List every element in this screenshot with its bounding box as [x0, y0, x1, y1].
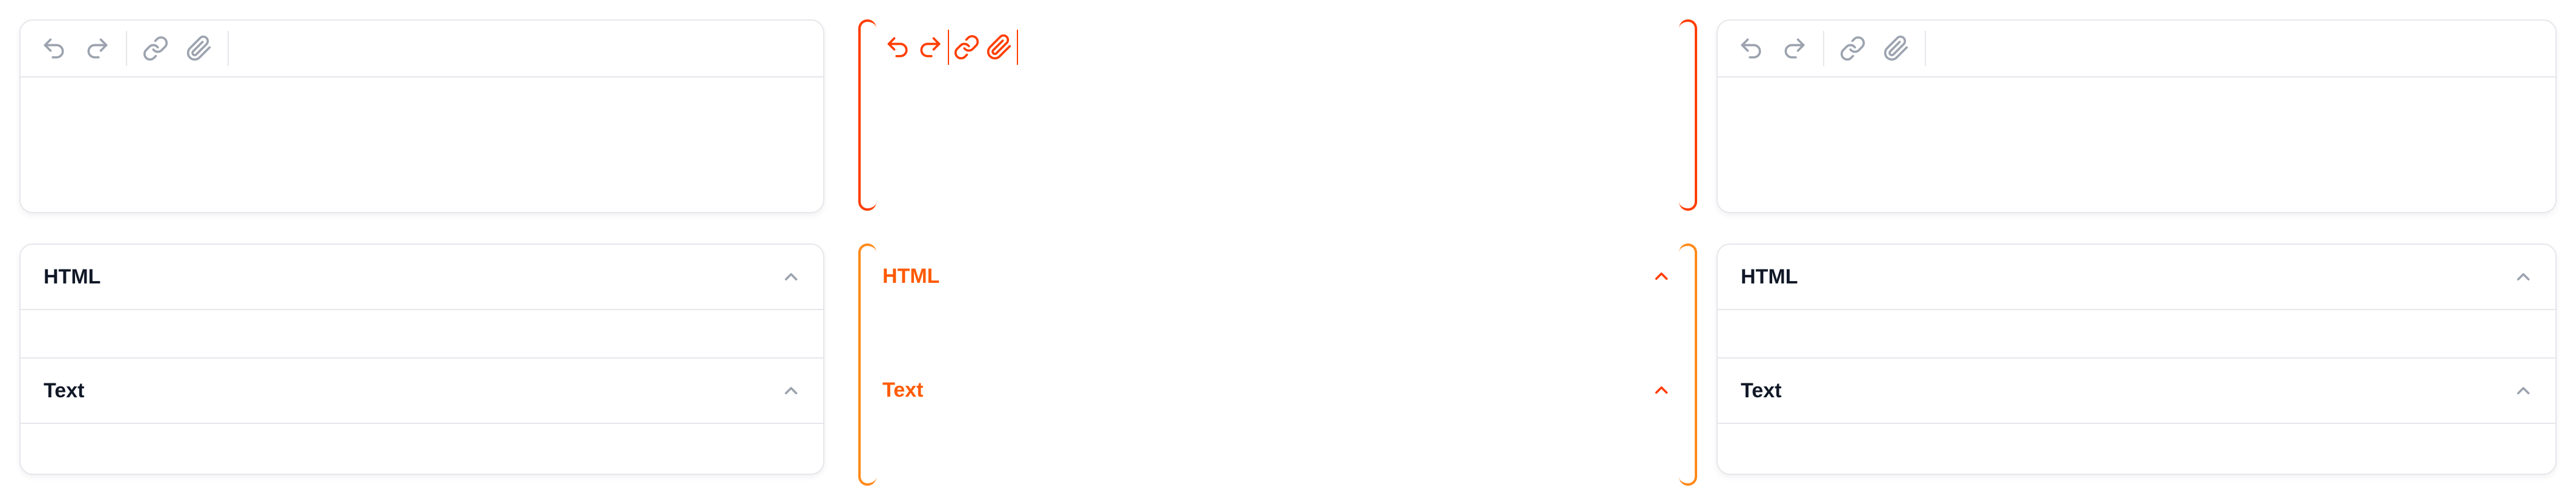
chevron-up-icon[interactable] — [781, 266, 801, 287]
html-section-header[interactable]: HTML — [1718, 245, 2555, 310]
chevron-up-icon[interactable] — [1651, 266, 1672, 286]
editor-toolbar — [882, 19, 1137, 76]
editor-content-area[interactable] — [1718, 78, 2555, 212]
editor-toolbar — [1718, 21, 2555, 78]
chevron-up-icon[interactable] — [1651, 380, 1672, 400]
text-section-body — [1718, 424, 2555, 471]
editor-toolbar — [21, 21, 823, 78]
text-section-header[interactable]: Text — [882, 357, 1678, 423]
html-section-title: HTML — [882, 264, 940, 288]
preview-card: HTML Text — [1717, 243, 2557, 475]
link-icon[interactable] — [951, 32, 982, 62]
right-bracket — [1679, 19, 1697, 211]
toolbar-divider — [126, 31, 127, 66]
html-section-body — [21, 310, 823, 359]
toolbar-divider — [1017, 30, 1018, 65]
chevron-up-icon[interactable] — [781, 380, 801, 401]
undo-icon[interactable] — [1736, 33, 1766, 64]
toolbar-divider — [1823, 31, 1824, 66]
editor-panel-glitch: HTML Text — [858, 0, 1702, 493]
text-section-header[interactable]: Text — [1718, 359, 2555, 424]
paperclip-icon[interactable] — [1881, 33, 1911, 64]
redo-icon[interactable] — [1779, 33, 1810, 64]
paperclip-icon[interactable] — [184, 33, 214, 64]
text-section-title: Text — [44, 379, 85, 402]
redo-icon[interactable] — [82, 33, 113, 64]
redo-icon[interactable] — [915, 32, 945, 62]
html-section-header[interactable]: HTML — [21, 245, 823, 310]
editor-panel-right: HTML Text — [1697, 0, 2576, 493]
html-section-body — [1718, 310, 2555, 359]
html-section-header[interactable]: HTML — [882, 243, 1678, 309]
paperclip-icon[interactable] — [984, 32, 1014, 62]
editor-card — [1717, 19, 2557, 213]
editor-card — [19, 19, 824, 213]
text-section-body — [21, 424, 823, 471]
chevron-up-icon[interactable] — [2513, 266, 2534, 287]
text-section-title: Text — [1741, 379, 1782, 402]
toolbar-divider — [1925, 31, 1926, 66]
preview-card: HTML Text — [19, 243, 824, 475]
chevron-up-icon[interactable] — [2513, 380, 2534, 401]
text-section-title: Text — [882, 378, 924, 402]
right-bracket — [1679, 243, 1697, 486]
left-bracket — [858, 19, 876, 211]
html-section-title: HTML — [1741, 265, 1798, 288]
link-icon[interactable] — [140, 33, 171, 64]
html-section-title: HTML — [44, 265, 101, 288]
undo-icon[interactable] — [39, 33, 69, 64]
editor-content-area[interactable] — [21, 78, 823, 212]
left-bracket — [858, 243, 876, 486]
text-section-header[interactable]: Text — [21, 359, 823, 424]
undo-icon[interactable] — [882, 32, 913, 62]
toolbar-divider — [228, 31, 229, 66]
editor-panel-left: HTML Text — [0, 0, 844, 493]
link-icon[interactable] — [1838, 33, 1868, 64]
toolbar-divider — [948, 30, 949, 65]
